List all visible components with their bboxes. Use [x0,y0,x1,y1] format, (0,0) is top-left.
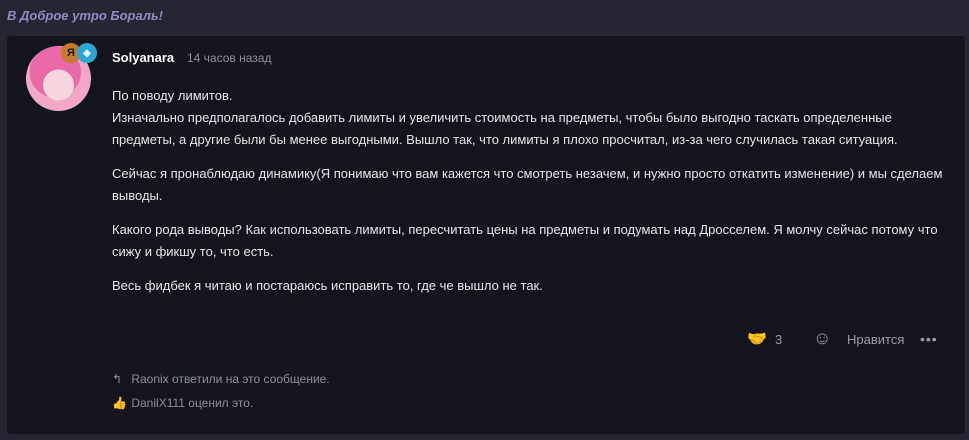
post-time[interactable]: 14 часов назад [187,51,271,65]
paragraph: Какого рода выводы? Как использовать лим… [112,222,938,259]
add-reaction-icon[interactable]: ☺ [813,328,831,349]
reply-icon: ↰ [112,372,123,386]
rated-text: DanilX111 оценил это. [131,396,254,410]
rated-line[interactable]: 👍 DanilX111 оценил это. [112,396,253,410]
post-card: Я ◈ Solyanara 14 часов назад По поводу л… [7,36,965,434]
more-icon[interactable]: ••• [920,331,938,347]
thumbs-up-icon: 👍 [112,396,127,410]
replies-text: Raonix ответили на это сообщение. [131,372,330,386]
thread-title[interactable]: В Доброе утро Бораль! [7,8,163,23]
paragraph: По поводу лимитов. Изначально предполага… [112,88,898,147]
replies-line[interactable]: ↰ Raonix ответили на это сообщение. [112,372,330,386]
handshake-icon[interactable]: 🤝 [747,329,767,349]
post-body: По поводу лимитов. Изначально предполага… [112,85,952,309]
reaction-count[interactable]: 3 [775,332,782,347]
diamond-badge-icon: ◈ [77,43,97,63]
like-button[interactable]: Нравится [847,332,904,347]
paragraph: Весь фидбек я читаю и постараюсь исправи… [112,278,543,293]
post-author[interactable]: Solyanara [112,50,174,65]
paragraph: Сейчас я пронаблюдаю динамику(Я понимаю … [112,166,943,203]
